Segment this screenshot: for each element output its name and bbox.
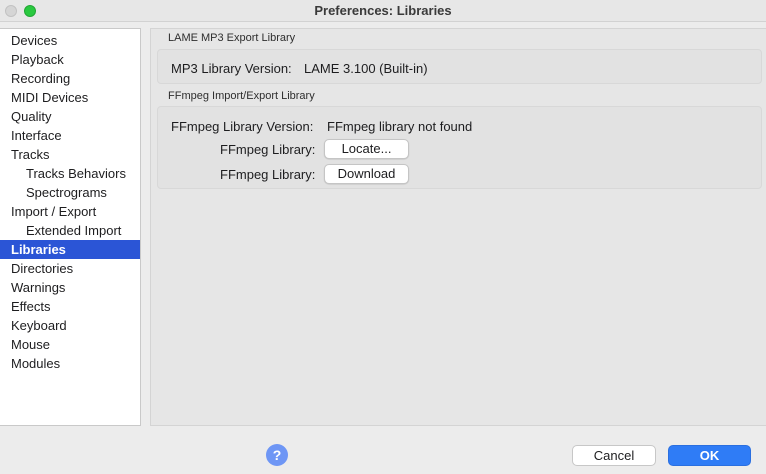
sidebar-item-recording[interactable]: Recording — [0, 69, 140, 88]
ffmpeg-library-version-value: FFmpeg library not found — [327, 119, 473, 134]
mp3-library-version-label: MP3 Library Version: — [171, 61, 292, 76]
sidebar-item-playback[interactable]: Playback — [0, 50, 140, 69]
sidebar-item-spectrograms[interactable]: Spectrograms — [0, 183, 140, 202]
locate-button[interactable]: Locate... — [324, 139, 409, 159]
ffmpeg-group: FFmpeg Library Version: FFmpeg library n… — [157, 106, 762, 189]
lame-group-label: LAME MP3 Export Library — [168, 32, 296, 44]
mp3-library-version-value: LAME 3.100 (Built-in) — [304, 61, 428, 76]
preferences-sidebar: Devices Playback Recording MIDI Devices … — [0, 28, 141, 426]
sidebar-item-quality[interactable]: Quality — [0, 107, 140, 126]
sidebar-item-effects[interactable]: Effects — [0, 297, 140, 316]
lame-group: MP3 Library Version: LAME 3.100 (Built-i… — [157, 49, 762, 84]
sidebar-item-tracks-behaviors[interactable]: Tracks Behaviors — [0, 164, 140, 183]
window-title: Preferences: Libraries — [314, 3, 452, 18]
sidebar-item-import-export[interactable]: Import / Export — [0, 202, 140, 221]
sidebar-item-interface[interactable]: Interface — [0, 126, 140, 145]
sidebar-item-devices[interactable]: Devices — [0, 31, 140, 50]
sidebar-item-modules[interactable]: Modules — [0, 354, 140, 373]
sidebar-item-mouse[interactable]: Mouse — [0, 335, 140, 354]
ffmpeg-group-label: FFmpeg Import/Export Library — [168, 90, 315, 102]
sidebar-item-tracks[interactable]: Tracks — [0, 145, 140, 164]
category-list: Devices Playback Recording MIDI Devices … — [0, 31, 140, 373]
ok-button[interactable]: OK — [668, 445, 751, 466]
sidebar-item-libraries[interactable]: Libraries — [0, 240, 140, 259]
download-button[interactable]: Download — [324, 164, 409, 184]
libraries-panel: LAME MP3 Export Library MP3 Library Vers… — [150, 28, 766, 426]
sidebar-item-midi-devices[interactable]: MIDI Devices — [0, 88, 140, 107]
ffmpeg-library-version-label: FFmpeg Library Version: — [171, 119, 314, 134]
title-bar: Preferences: Libraries — [0, 0, 766, 22]
cancel-button[interactable]: Cancel — [572, 445, 656, 466]
sidebar-item-extended-import[interactable]: Extended Import — [0, 221, 140, 240]
sidebar-item-directories[interactable]: Directories — [0, 259, 140, 278]
ffmpeg-locate-label: FFmpeg Library: — [220, 142, 316, 157]
help-icon[interactable]: ? — [266, 444, 288, 466]
sidebar-item-warnings[interactable]: Warnings — [0, 278, 140, 297]
sidebar-item-keyboard[interactable]: Keyboard — [0, 316, 140, 335]
ffmpeg-download-label: FFmpeg Library: — [220, 167, 316, 182]
